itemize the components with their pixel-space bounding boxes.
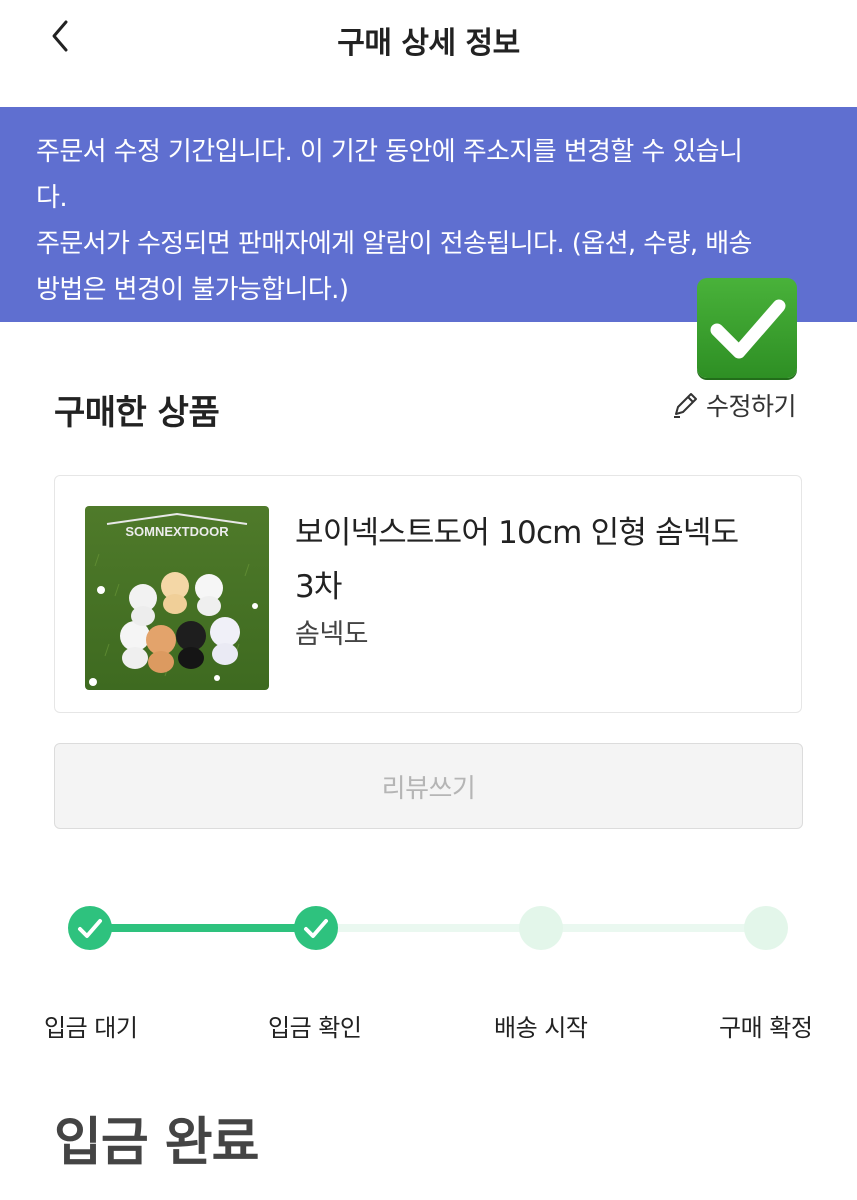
product-image: SOMNEXTDOOR (85, 506, 269, 690)
product-card[interactable]: SOMNEXTDOOR 보이넥스트도어 10cm 인형 솜넥도 3차 솜넥도 (54, 475, 802, 713)
top-bar: 구매 상세 정보 (0, 0, 857, 80)
product-name: 보이넥스트도어 10cm 인형 솜넥도 3차 (295, 515, 739, 605)
notice-line: 주문서가 수정되면 판매자에게 알람이 전송됩니다. (옵션, 수량, 배송 (36, 229, 752, 259)
product-brand: 솜넥도 (295, 619, 369, 650)
edit-button[interactable]: 수정하기 (670, 386, 797, 424)
notice-line: 주문서 수정 기간입니다. 이 기간 동안에 주소지를 변경할 수 있습니 (36, 137, 743, 167)
product-image-text: SOMNEXTDOOR (125, 524, 229, 539)
write-review-button[interactable]: 리뷰쓰기 (54, 743, 803, 829)
step-complete-icon (294, 906, 338, 950)
order-progress (0, 880, 857, 980)
step-pending-dot (519, 906, 563, 950)
order-status-title: 입금 완료 (54, 1113, 259, 1173)
step-label: 입금 대기 (44, 1014, 138, 1042)
notice-line: 다. (36, 183, 68, 213)
edit-label: 수정하기 (706, 392, 797, 421)
step-label: 배송 시작 (494, 1014, 588, 1042)
step-label: 구매 확정 (719, 1014, 813, 1042)
progress-line-complete (90, 924, 316, 932)
step-label: 입금 확인 (268, 1014, 362, 1042)
step-complete-icon (68, 906, 112, 950)
pencil-icon (674, 393, 697, 418)
step-pending-dot (744, 906, 788, 950)
green-checkmark-icon (697, 278, 797, 378)
page-title: 구매 상세 정보 (337, 26, 520, 61)
section-title: 구매한 상품 (54, 393, 220, 433)
